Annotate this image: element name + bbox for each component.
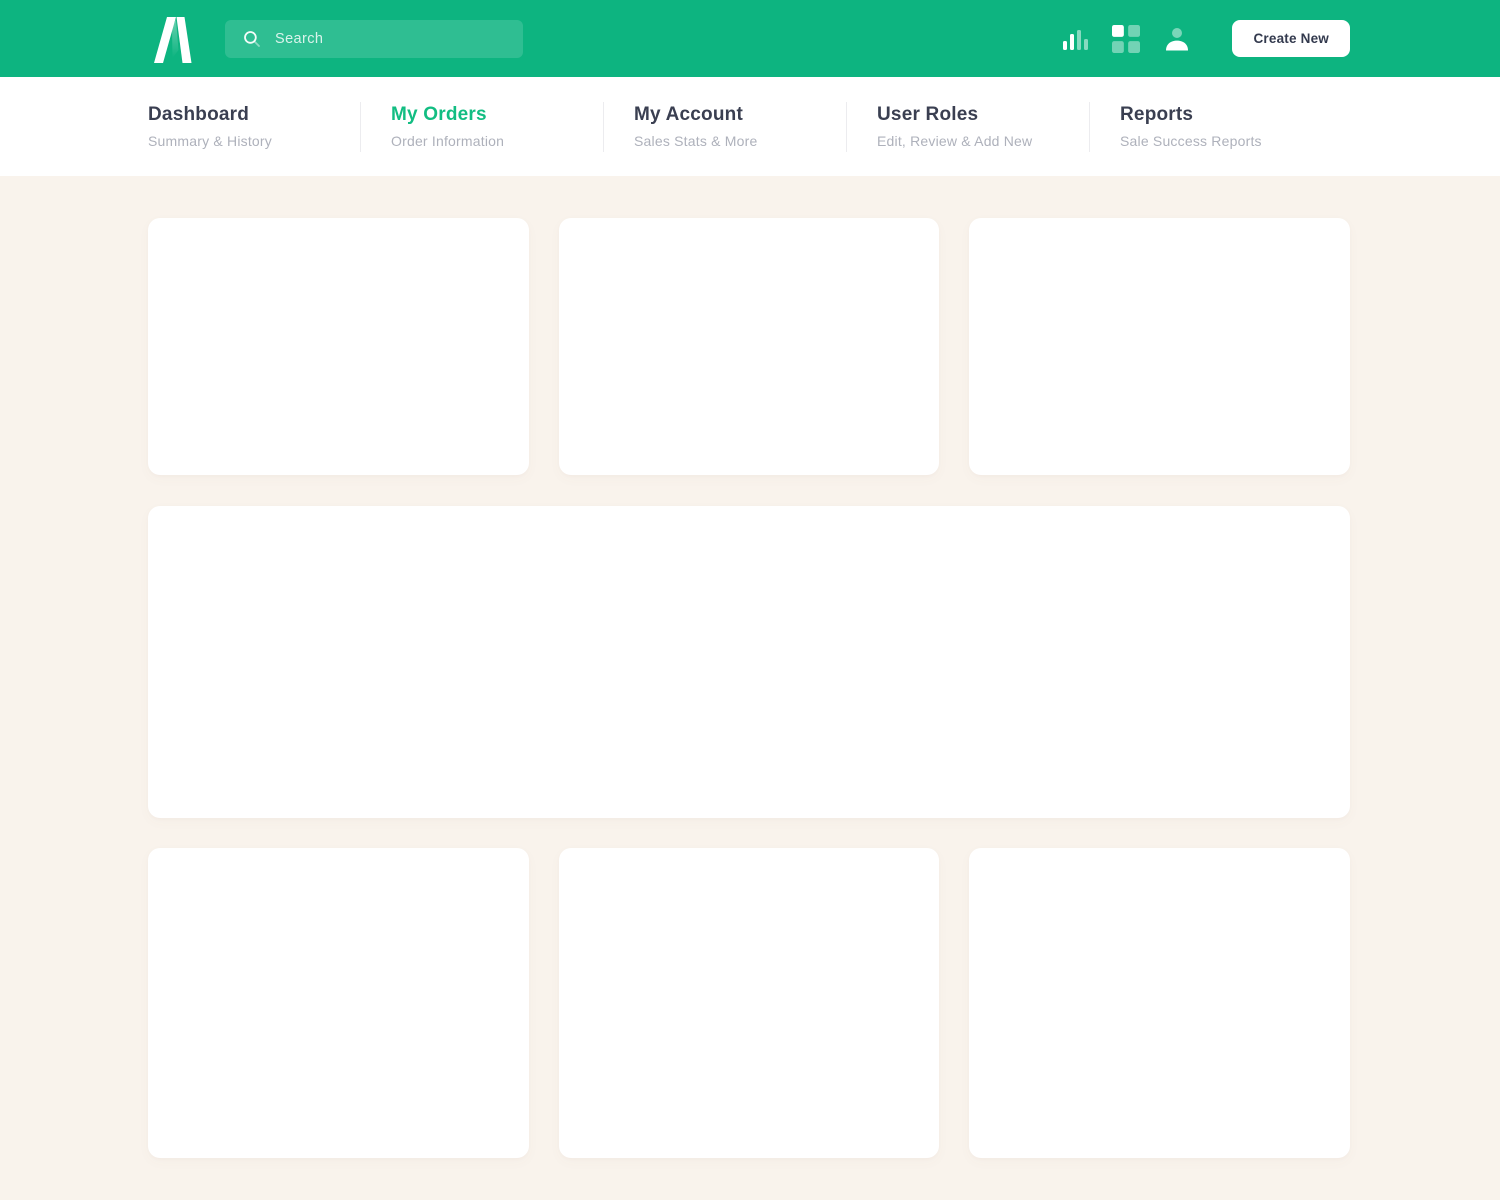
placeholder-card — [969, 218, 1350, 475]
tab-my-orders[interactable]: My Orders Order Information — [391, 104, 603, 149]
app-logo-icon[interactable] — [148, 14, 196, 64]
placeholder-card — [558, 848, 940, 1158]
tab-title: Reports — [1120, 104, 1194, 125]
tab-divider — [360, 101, 361, 152]
tab-title: Dashboard — [148, 104, 250, 125]
cards-row-bottom — [148, 848, 1350, 1158]
search-bar[interactable] — [225, 19, 523, 58]
tab-subtitle: Summary & History — [148, 133, 272, 149]
content-area — [0, 176, 1500, 1200]
tab-divider — [846, 101, 847, 152]
placeholder-card — [148, 218, 529, 475]
search-icon — [244, 30, 260, 47]
placeholder-card — [969, 848, 1350, 1158]
tab-subtitle: Sale Success Reports — [1120, 133, 1262, 149]
tab-title: My Orders — [391, 104, 487, 125]
tab-title: User Roles — [877, 104, 979, 125]
tab-user-roles[interactable]: User Roles Edit, Review & Add New — [877, 104, 1089, 149]
create-new-button[interactable]: Create New — [1232, 20, 1350, 57]
grid-icon[interactable] — [1112, 24, 1141, 53]
placeholder-card-wide — [148, 506, 1350, 818]
tab-subtitle: Sales Stats & More — [634, 133, 758, 149]
tab-title: My Account — [634, 104, 743, 125]
app-header: Create New — [0, 0, 1500, 77]
header-actions: Create New — [1061, 20, 1350, 57]
bar-chart-icon[interactable] — [1061, 25, 1089, 53]
placeholder-card — [558, 218, 940, 475]
tab-my-account[interactable]: My Account Sales Stats & More — [634, 104, 846, 149]
tab-reports[interactable]: Reports Sale Success Reports — [1120, 104, 1332, 149]
tab-divider — [603, 101, 604, 152]
tab-subtitle: Edit, Review & Add New — [877, 133, 1033, 149]
cards-row-top — [148, 218, 1350, 475]
search-input[interactable] — [275, 30, 509, 47]
tab-navigation: Dashboard Summary & History My Orders Or… — [0, 77, 1500, 176]
user-icon[interactable] — [1163, 25, 1191, 53]
placeholder-card — [148, 848, 529, 1158]
tab-divider — [1089, 101, 1090, 152]
tab-dashboard[interactable]: Dashboard Summary & History — [148, 104, 360, 149]
tab-subtitle: Order Information — [391, 133, 505, 149]
